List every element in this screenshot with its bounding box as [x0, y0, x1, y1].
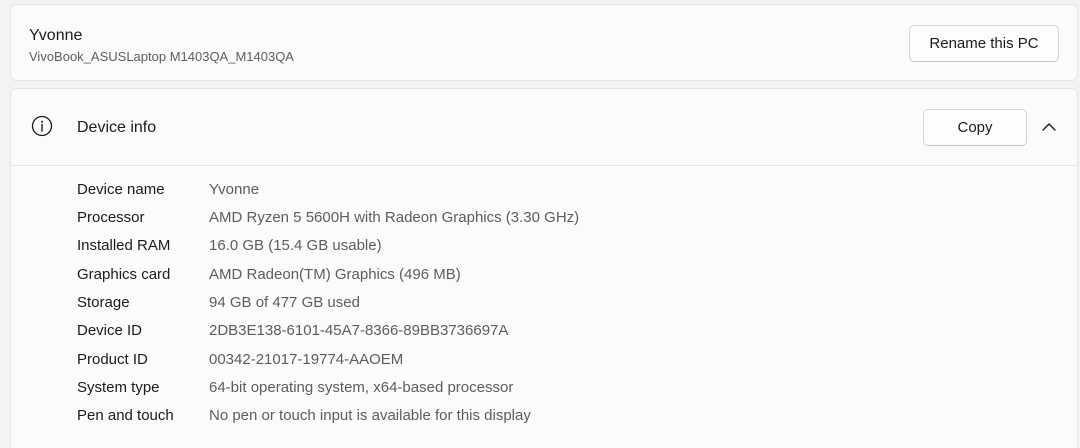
info-icon — [31, 115, 53, 137]
spec-value: 2DB3E138-6101-45A7-8366-89BB3736697A — [209, 322, 509, 339]
copy-button[interactable]: Copy — [923, 109, 1027, 146]
spec-label: Processor — [77, 209, 145, 226]
spec-row-product-id: Product ID 00342-21017-19774-AAOEM — [11, 346, 1077, 374]
spec-label: Product ID — [77, 351, 148, 368]
spec-value: 94 GB of 477 GB used — [209, 294, 360, 311]
spec-row-storage: Storage 94 GB of 477 GB used — [11, 289, 1077, 317]
spec-row-device-name: Device name Yvonne — [11, 176, 1077, 204]
spec-value: 64-bit operating system, x64-based proce… — [209, 379, 514, 396]
device-info-header[interactable]: Device info Copy — [11, 89, 1077, 166]
device-info-title: Device info — [77, 119, 157, 136]
spec-label: Pen and touch — [77, 407, 174, 424]
spec-row-pen-and-touch: Pen and touch No pen or touch input is a… — [11, 402, 1077, 430]
spec-value: AMD Ryzen 5 5600H with Radeon Graphics (… — [209, 209, 580, 226]
spec-value: AMD Radeon(TM) Graphics (496 MB) — [209, 266, 461, 283]
spec-label: Graphics card — [77, 266, 171, 283]
spec-row-device-id: Device ID 2DB3E138-6101-45A7-8366-89BB37… — [11, 317, 1077, 345]
spec-value: No pen or touch input is available for t… — [209, 407, 531, 424]
spec-value: Yvonne — [209, 181, 260, 198]
spec-value: 16.0 GB (15.4 GB usable) — [209, 237, 382, 254]
spec-label: System type — [77, 379, 160, 396]
pc-name-card: Yvonne VivoBook_ASUSLaptop M1403QA_M1403… — [10, 4, 1078, 81]
spec-row-installed-ram: Installed RAM 16.0 GB (15.4 GB usable) — [11, 232, 1077, 260]
spec-label: Device ID — [77, 322, 143, 339]
spec-row-graphics-card: Graphics card AMD Radeon(TM) Graphics (4… — [11, 261, 1077, 289]
spec-row-processor: Processor AMD Ryzen 5 5600H with Radeon … — [11, 204, 1077, 232]
spec-label: Storage — [77, 294, 130, 311]
pc-name: Yvonne — [29, 27, 83, 44]
pc-model: VivoBook_ASUSLaptop M1403QA_M1403QA — [29, 49, 294, 64]
device-info-card: Device info Copy Device name Yvonne Proc… — [10, 88, 1078, 448]
spec-label: Device name — [77, 181, 165, 198]
spec-row-system-type: System type 64-bit operating system, x64… — [11, 374, 1077, 402]
spec-label: Installed RAM — [77, 237, 171, 254]
rename-pc-button[interactable]: Rename this PC — [909, 25, 1059, 62]
spec-value: 00342-21017-19774-AAOEM — [209, 351, 404, 368]
chevron-up-icon[interactable] — [1041, 120, 1057, 134]
